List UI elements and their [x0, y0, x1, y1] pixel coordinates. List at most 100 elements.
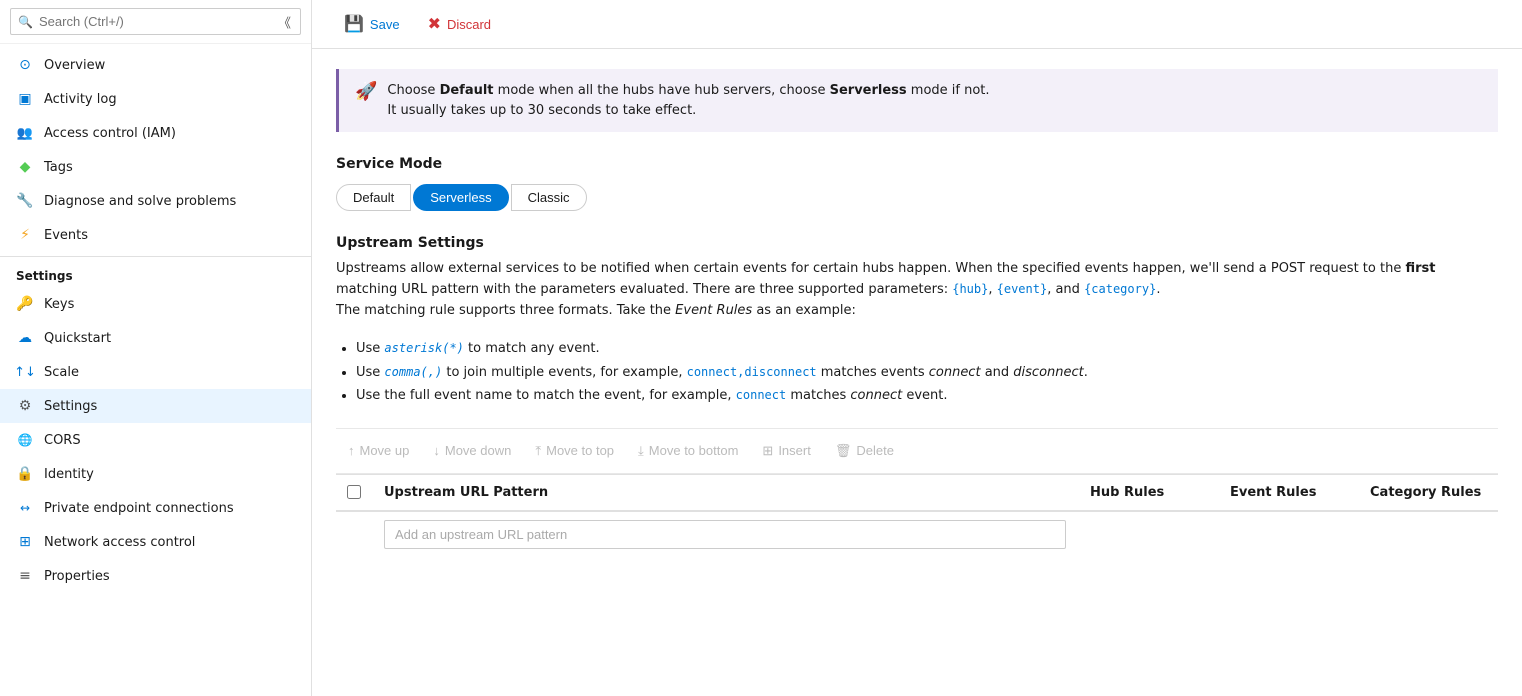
connect-italic-2: connect — [850, 388, 902, 403]
access-control-icon: 👥 — [16, 124, 34, 142]
insert-icon: ⊞ — [762, 443, 773, 459]
sidebar-item-label: Overview — [44, 58, 105, 73]
identity-icon: 🔒 — [16, 465, 34, 483]
sidebar-item-scale[interactable]: ↑↓ Scale — [0, 355, 311, 389]
main-content: 💾 Save ✖ Discard 🚀 Choose Default mode w… — [312, 0, 1522, 696]
sidebar-item-label: Identity — [44, 467, 94, 482]
cors-icon: 🌐 — [16, 431, 34, 449]
sidebar-item-cors[interactable]: 🌐 CORS — [0, 423, 311, 457]
tags-icon: ◆ — [16, 158, 34, 176]
info-banner: 🚀 Choose Default mode when all the hubs … — [336, 69, 1498, 132]
move-up-button[interactable]: ↑ Move up — [336, 437, 421, 464]
event-rules-italic: Event Rules — [675, 303, 752, 318]
overview-icon: ⊙ — [16, 56, 34, 74]
sidebar-item-diagnose[interactable]: 🔧 Diagnose and solve problems — [0, 184, 311, 218]
th-checkbox — [336, 475, 372, 510]
move-to-top-button[interactable]: ⤒ Move to top — [523, 437, 626, 465]
insert-label: Insert — [778, 443, 811, 458]
disconnect-italic: disconnect — [1013, 365, 1083, 380]
sidebar-item-access-control[interactable]: 👥 Access control (IAM) — [0, 116, 311, 150]
search-input[interactable] — [10, 8, 301, 35]
mode-classic-button[interactable]: Classic — [511, 184, 587, 211]
upstream-table: Upstream URL Pattern Hub Rules Event Rul… — [336, 474, 1498, 557]
delete-button[interactable]: 🗑 Delete — [823, 437, 906, 465]
sidebar-item-keys[interactable]: 🔑 Keys — [0, 287, 311, 321]
move-up-label: Move up — [360, 443, 410, 458]
upstream-first-bold: first — [1405, 261, 1435, 276]
sidebar-item-properties[interactable]: ≡ Properties — [0, 559, 311, 593]
settings-icon: ⚙ — [16, 397, 34, 415]
keys-icon: 🔑 — [16, 295, 34, 313]
discard-label: Discard — [447, 17, 491, 32]
sidebar-item-events[interactable]: ⚡ Events — [0, 218, 311, 252]
connect-italic: connect — [929, 365, 981, 380]
banner-line2: It usually takes up to 30 seconds to tak… — [387, 101, 989, 121]
sidebar-item-label: Settings — [44, 399, 97, 414]
activity-log-icon: ▣ — [16, 90, 34, 108]
upstream-desc-1: Upstreams allow external services to be … — [336, 261, 1405, 276]
comma1: , — [988, 282, 996, 297]
th-hub-rules: Hub Rules — [1078, 475, 1218, 510]
asterisk-code: asterisk(*) — [384, 341, 463, 355]
move-down-button[interactable]: ↓ Move down — [421, 437, 523, 464]
move-to-bottom-label: Move to bottom — [649, 443, 739, 458]
category-code: {category} — [1084, 282, 1156, 296]
event-code: {event} — [997, 282, 1048, 296]
sidebar-item-label: Tags — [44, 160, 73, 175]
th-event-rules: Event Rules — [1218, 475, 1358, 510]
insert-button[interactable]: ⊞ Insert — [750, 437, 822, 465]
sidebar-item-label: Network access control — [44, 535, 195, 550]
move-to-bottom-button[interactable]: ⤓ Move to bottom — [626, 437, 750, 465]
scale-icon: ↑↓ — [16, 363, 34, 381]
bullet-list: Use asterisk(*) to match any event. Use … — [356, 337, 1498, 407]
url-checkbox-cell — [336, 512, 372, 557]
sidebar-search-area: 🔍 《 — [0, 0, 311, 44]
sidebar-item-private-endpoint[interactable]: ↔ Private endpoint connections — [0, 491, 311, 525]
rocket-icon: 🚀 — [355, 81, 377, 102]
mode-serverless-button[interactable]: Serverless — [413, 184, 508, 211]
upstream-desc-4: as an example: — [752, 303, 856, 318]
mode-default-button[interactable]: Default — [336, 184, 411, 211]
sidebar-item-quickstart[interactable]: ☁ Quickstart — [0, 321, 311, 355]
sidebar-item-label: Scale — [44, 365, 79, 380]
banner-text-before: Choose — [387, 83, 439, 98]
settings-section-label: Settings — [0, 256, 311, 287]
event-rules-cell — [1218, 512, 1358, 557]
sidebar-item-network-access[interactable]: ⊞ Network access control — [0, 525, 311, 559]
move-to-bottom-icon: ⤓ — [638, 443, 644, 459]
comma-code: comma(,) — [384, 365, 442, 379]
save-button[interactable]: 💾 Save — [332, 8, 412, 40]
move-up-arrow-icon: ↑ — [348, 443, 355, 458]
bullet-item-1: Use asterisk(*) to match any event. — [356, 337, 1498, 360]
search-wrapper: 🔍 《 — [10, 8, 301, 35]
mode-selector: Default Serverless Classic — [336, 184, 1498, 211]
table-header: Upstream URL Pattern Hub Rules Event Rul… — [336, 475, 1498, 512]
url-pattern-input[interactable] — [384, 520, 1066, 549]
discard-button[interactable]: ✖ Discard — [416, 8, 503, 40]
save-icon: 💾 — [344, 14, 364, 34]
move-to-top-label: Move to top — [546, 443, 614, 458]
th-category-rules: Category Rules — [1358, 475, 1498, 510]
banner-default-bold: Default — [440, 83, 494, 98]
th-url-pattern: Upstream URL Pattern — [372, 475, 1078, 510]
and-text: , and — [1047, 282, 1084, 297]
move-down-label: Move down — [445, 443, 511, 458]
diagnose-icon: 🔧 — [16, 192, 34, 210]
sidebar-item-overview[interactable]: ⊙ Overview — [0, 48, 311, 82]
period1: . — [1156, 282, 1160, 297]
move-to-top-icon: ⤒ — [535, 443, 541, 459]
upstream-settings-title: Upstream Settings — [336, 235, 1498, 251]
select-all-checkbox[interactable] — [347, 485, 361, 499]
sidebar-item-label: Activity log — [44, 92, 117, 107]
hub-rules-cell — [1078, 512, 1218, 557]
move-down-arrow-icon: ↓ — [433, 443, 440, 458]
sidebar-item-identity[interactable]: 🔒 Identity — [0, 457, 311, 491]
sidebar-item-settings[interactable]: ⚙ Settings — [0, 389, 311, 423]
connect-disconnect-code: connect,disconnect — [687, 365, 817, 379]
banner-text: Choose Default mode when all the hubs ha… — [387, 81, 989, 120]
save-label: Save — [370, 17, 400, 32]
sidebar-item-activity-log[interactable]: ▣ Activity log — [0, 82, 311, 116]
collapse-sidebar-button[interactable]: 《 — [278, 12, 291, 31]
sidebar-item-tags[interactable]: ◆ Tags — [0, 150, 311, 184]
sidebar-item-label: CORS — [44, 433, 81, 448]
